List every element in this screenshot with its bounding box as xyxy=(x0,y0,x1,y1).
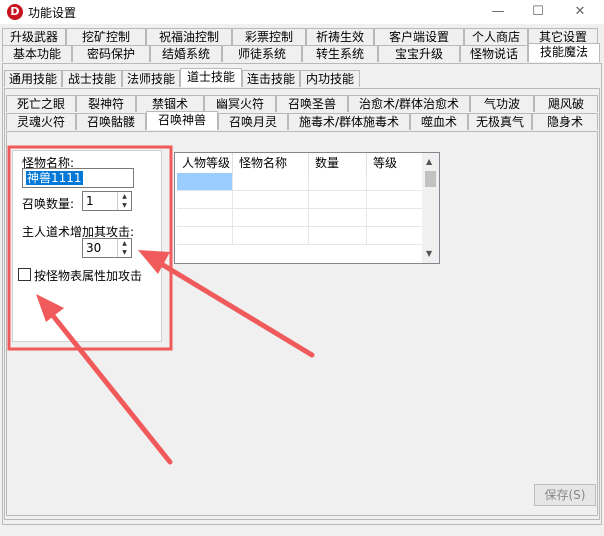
tab-skill-magic[interactable]: 技能魔法 xyxy=(528,43,600,62)
annotation-overlay xyxy=(7,145,315,465)
arrow-attack-field xyxy=(138,250,315,358)
tab-summon-divine-beast[interactable]: 召唤神兽 xyxy=(146,111,218,130)
highlight-box xyxy=(7,145,173,351)
arrow-checkbox xyxy=(36,294,173,465)
tab-taoist-skills[interactable]: 道士技能 xyxy=(180,68,242,87)
